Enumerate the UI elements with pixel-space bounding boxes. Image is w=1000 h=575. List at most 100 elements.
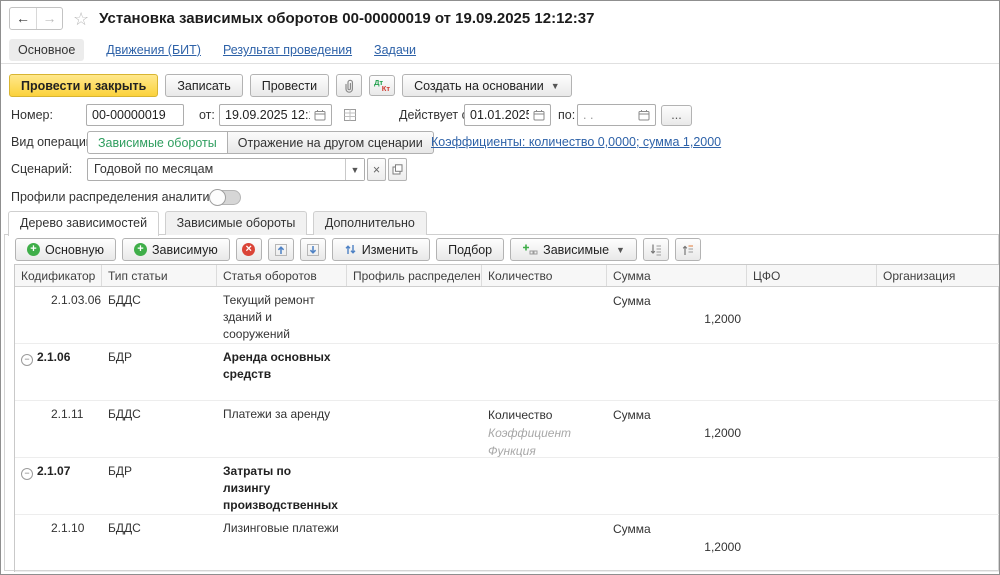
profiles-toggle[interactable]	[209, 190, 241, 205]
tab-dependent-turnovers[interactable]: Зависимые обороты	[165, 211, 308, 235]
cell-sum: Сумма1,2000	[607, 287, 747, 343]
cell-profile	[347, 458, 482, 514]
move-up-button[interactable]	[268, 238, 294, 261]
table-header-row: КодификаторТип статьиСтатья оборотовПроф…	[15, 265, 1000, 287]
attachments-button[interactable]	[336, 74, 362, 97]
valid-from-input[interactable]: 01.01.2025	[464, 104, 551, 126]
calendar-icon[interactable]	[533, 109, 545, 121]
cell-organization	[877, 401, 1000, 457]
cell-organization	[877, 344, 1000, 400]
cell-code: −2.1.07	[15, 458, 102, 514]
set-level-down-button[interactable]	[643, 238, 669, 261]
calendar-icon[interactable]	[638, 109, 650, 121]
nav-tab-movements[interactable]: Движения (БИТ)	[106, 43, 201, 57]
cell-article: Текущий ремонт зданий и сооружений	[217, 287, 347, 343]
profiles-row: Профили распределения аналитик:	[1, 186, 999, 209]
cell-cfo	[747, 515, 877, 571]
arrow-up-icon	[274, 243, 288, 257]
cell-code: 2.1.03.06	[15, 287, 102, 343]
delete-icon: ×	[242, 243, 255, 256]
move-down-button[interactable]	[300, 238, 326, 261]
scenario-combo[interactable]: Годовой по месяцам ▼	[87, 158, 365, 181]
cell-cfo	[747, 287, 877, 343]
cell-profile	[347, 515, 482, 571]
table-row[interactable]: 2.1.10БДДСЛизинговые платежиСумма1,2000	[15, 515, 1000, 572]
table-row[interactable]: −2.1.07БДРЗатраты по лизингу производств…	[15, 458, 1000, 515]
valid-to-input[interactable]: . .	[577, 104, 656, 126]
arrow-down-icon	[306, 243, 320, 257]
cell-article: Затраты по лизингу производственных ОС	[217, 458, 347, 514]
set-level-up-button[interactable]	[675, 238, 701, 261]
column-header[interactable]: Статья оборотов	[217, 265, 347, 286]
post-and-close-button[interactable]: Провести и закрыть	[9, 74, 158, 97]
table-row[interactable]: 2.1.03.06БДДСТекущий ремонт зданий и соо…	[15, 287, 1000, 344]
change-button[interactable]: Изменить	[332, 238, 430, 261]
cell-article: Платежи за аренду	[217, 401, 347, 457]
cell-cfo	[747, 344, 877, 400]
post-button[interactable]: Провести	[250, 74, 329, 97]
dtkt-button[interactable]: Дт Кт	[369, 75, 395, 96]
column-header[interactable]: Тип статьи	[102, 265, 217, 286]
add-dependent-button[interactable]: + Зависимую	[122, 238, 230, 261]
column-header[interactable]: ЦФО	[747, 265, 877, 286]
pick-button[interactable]: Подбор	[436, 238, 504, 261]
profiles-label: Профили распределения аналитик:	[11, 186, 218, 209]
nav-tab-result[interactable]: Результат проведения	[223, 43, 352, 57]
cell-sum: Сумма1,2000	[607, 515, 747, 571]
cell-quantity: КоличествоКоэффициентФункция	[482, 401, 607, 457]
paperclip-icon	[342, 78, 357, 93]
cell-type: БДР	[102, 344, 217, 400]
cell-type: БДДС	[102, 287, 217, 343]
operation-option-dependent[interactable]: Зависимые обороты	[87, 131, 228, 154]
cell-profile	[347, 287, 482, 343]
chevron-down-icon[interactable]: ▼	[345, 159, 364, 180]
column-header[interactable]: Профиль распределения	[347, 265, 482, 286]
operation-switch: Зависимые обороты Отражение на другом сц…	[87, 131, 434, 154]
column-header[interactable]: Организация	[877, 265, 1000, 286]
nav-tabs: Основное Движения (БИТ) Результат провед…	[9, 39, 416, 61]
column-header[interactable]: Количество	[482, 265, 607, 286]
cell-cfo	[747, 458, 877, 514]
calendar-icon[interactable]	[314, 109, 326, 121]
tree-collapse-icon[interactable]: −	[21, 354, 33, 366]
doc-date-input[interactable]: 19.09.2025 12:12:37	[219, 104, 332, 126]
dependents-menu-button[interactable]: Зависимые ▼	[510, 238, 637, 261]
column-header[interactable]: Сумма	[607, 265, 747, 286]
level-up-icon	[681, 243, 695, 257]
cell-profile	[347, 344, 482, 400]
cell-sum: Сумма1,2000	[607, 401, 747, 457]
add-main-button[interactable]: + Основную	[15, 238, 116, 261]
window-header: ← → ☆ Установка зависимых оборотов 00-00…	[9, 7, 594, 30]
cell-code: 2.1.10	[15, 515, 102, 571]
delete-button[interactable]: ×	[236, 238, 262, 261]
add-icon: +	[27, 243, 40, 256]
table-row[interactable]: −2.1.06БДРАренда основных средств	[15, 344, 1000, 401]
save-button[interactable]: Записать	[165, 74, 242, 97]
column-header[interactable]: Кодификатор	[15, 265, 102, 286]
tab-dependency-tree[interactable]: Дерево зависимостей	[8, 211, 159, 236]
operation-option-reflection[interactable]: Отражение на другом сценарии	[228, 131, 434, 154]
number-input[interactable]: 00-00000019	[86, 104, 184, 126]
clear-button[interactable]: ×	[367, 158, 386, 181]
scenario-label: Сценарий:	[11, 158, 72, 181]
register-grid-icon[interactable]	[343, 108, 357, 122]
coefficients-link[interactable]: Коэффициенты: количество 0,0000; сумма 1…	[431, 131, 721, 154]
tree-collapse-icon[interactable]: −	[21, 468, 33, 480]
table-row[interactable]: 2.1.11БДДСПлатежи за арендуКоличествоКоэ…	[15, 401, 1000, 458]
open-button[interactable]	[388, 158, 407, 181]
more-button[interactable]: ...	[661, 105, 692, 126]
chevron-down-icon: ▼	[551, 81, 560, 91]
tab-additional[interactable]: Дополнительно	[313, 211, 427, 235]
tree-toolbar: + Основную + Зависимую ×	[15, 238, 998, 261]
favorite-star-icon[interactable]: ☆	[73, 9, 89, 29]
forward-button[interactable]: →	[36, 8, 62, 29]
back-button[interactable]: ←	[10, 8, 36, 29]
swap-arrows-icon	[344, 243, 357, 256]
page-title: Установка зависимых оборотов 00-00000019…	[99, 10, 594, 27]
create-based-on-button[interactable]: Создать на основании ▼	[402, 74, 572, 97]
number-label: Номер:	[11, 104, 53, 127]
nav-tab-tasks[interactable]: Задачи	[374, 43, 416, 57]
nav-tab-main[interactable]: Основное	[9, 39, 84, 61]
level-down-icon	[649, 243, 663, 257]
cell-profile	[347, 401, 482, 457]
